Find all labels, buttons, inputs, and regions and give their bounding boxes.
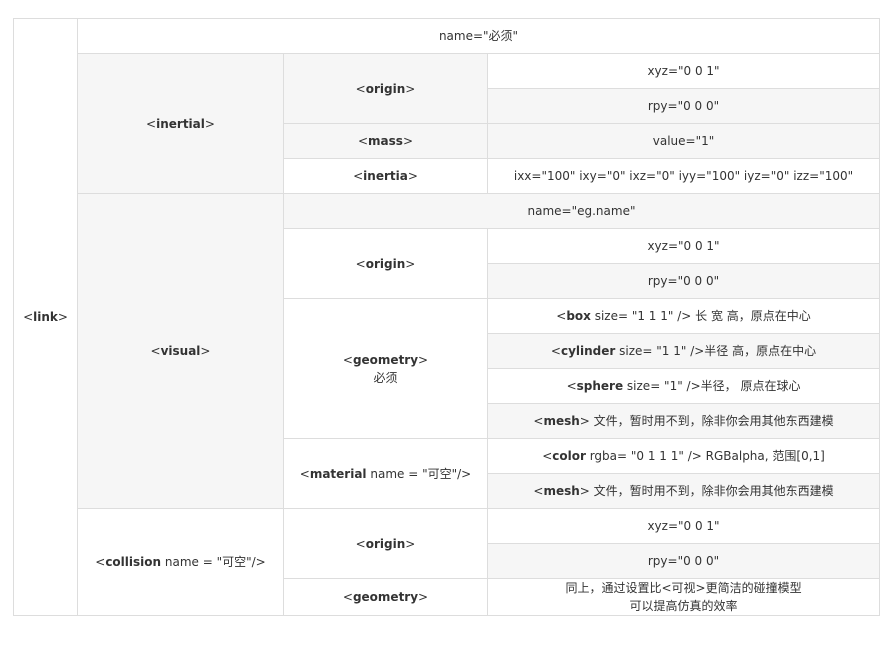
inertial-origin-rpy: rpy="0 0 0"	[486, 88, 881, 124]
inertial-cell: <inertial>	[77, 53, 284, 194]
link-name-required: name="必须"	[76, 18, 881, 54]
geometry-cylinder: <cylinder size= "1 1" />半径 高，原点在中心	[486, 333, 881, 369]
collision-origin-xyz: xyz="0 0 1"	[486, 508, 881, 544]
sphere-tag: sphere	[576, 379, 624, 393]
inertial-inertia-value: ixx="100" ixy="0" ixz="0" iyy="100" iyz=…	[486, 158, 881, 194]
collision-note-line1: 同上，通过设置比<可视>更简洁的碰撞模型	[565, 581, 802, 595]
collision-geometry-tag: geometry	[352, 590, 419, 604]
inertial-inertia-cell: <inertia>	[283, 158, 488, 194]
visual-origin-tag: origin	[365, 256, 406, 271]
visual-material-cell: <material name = "可空"/>	[283, 438, 488, 509]
collision-note-line2: 可以提高仿真的效率	[629, 599, 738, 613]
collision-origin-tag: origin	[365, 536, 406, 551]
visual-origin-rpy: rpy="0 0 0"	[486, 263, 881, 299]
inertial-tag: inertial	[156, 116, 205, 131]
inertial-origin-cell: <origin>	[283, 53, 488, 124]
collision-origin-rpy: rpy="0 0 0"	[486, 543, 881, 579]
visual-cell: <visual>	[77, 193, 284, 509]
visual-origin-xyz: xyz="0 0 1"	[486, 228, 881, 264]
color-tag: color	[552, 449, 586, 463]
collision-origin-cell: <origin>	[283, 508, 488, 579]
box-desc: size= "1 1 1" /> 长 宽 高，原点在中心	[590, 309, 811, 323]
material-color: <color rgba= "0 1 1 1" /> RGBalpha, 范围[0…	[486, 438, 881, 474]
collision-cell: <collision name = "可空"/>	[77, 508, 284, 616]
visual-geometry-cell: <geometry> 必须	[283, 298, 488, 439]
geometry-box: <box size= "1 1 1" /> 长 宽 高，原点在中心	[486, 298, 881, 334]
link-cell: <link>	[13, 18, 78, 616]
visual-name: name="eg.name"	[282, 193, 881, 229]
inertial-mass-cell: <mass>	[283, 123, 488, 159]
link-tag: link	[33, 310, 58, 324]
cylinder-desc: size= "1 1" />半径 高，原点在中心	[615, 344, 817, 358]
material-mesh-tag: mesh	[543, 484, 580, 498]
material-tag: material	[309, 466, 367, 481]
material-desc: name = "可空"/>	[366, 466, 472, 481]
inertial-mass-tag: mass	[368, 134, 403, 148]
visual-geometry-note: 必须	[373, 370, 398, 385]
urdf-link-table: <link> name="必须" <inertial> <origin> xyz…	[13, 18, 881, 616]
mesh-desc: 文件，暂时用不到，除非你会用其他东西建模	[589, 414, 834, 428]
mesh-tag: mesh	[543, 414, 580, 428]
sphere-desc: size= "1" />半径， 原点在球心	[623, 379, 801, 393]
cylinder-tag: cylinder	[560, 344, 616, 358]
collision-geometry-cell: <geometry>	[283, 578, 488, 616]
geometry-sphere: <sphere size= "1" />半径， 原点在球心	[486, 368, 881, 404]
material-mesh-desc: 文件，暂时用不到，除非你会用其他东西建模	[589, 484, 834, 498]
color-desc: rgba= "0 1 1 1" /> RGBalpha, 范围[0,1]	[585, 449, 825, 463]
collision-geometry-note: 同上，通过设置比<可视>更简洁的碰撞模型 可以提高仿真的效率	[486, 578, 881, 616]
inertial-origin-xyz: xyz="0 0 1"	[486, 53, 881, 89]
inertial-inertia-tag: inertia	[363, 169, 408, 183]
box-tag: box	[566, 309, 591, 323]
inertial-mass-value: value="1"	[486, 123, 881, 159]
visual-origin-cell: <origin>	[283, 228, 488, 299]
inertial-origin-tag: origin	[365, 81, 406, 96]
collision-tag: collision	[105, 555, 162, 569]
visual-geometry-tag: geometry	[352, 352, 419, 367]
material-mesh: <mesh> 文件，暂时用不到，除非你会用其他东西建模	[486, 473, 881, 509]
geometry-mesh: <mesh> 文件，暂时用不到，除非你会用其他东西建模	[486, 403, 881, 439]
visual-tag: visual	[160, 344, 201, 358]
collision-desc: name = "可空"/>	[161, 555, 266, 569]
